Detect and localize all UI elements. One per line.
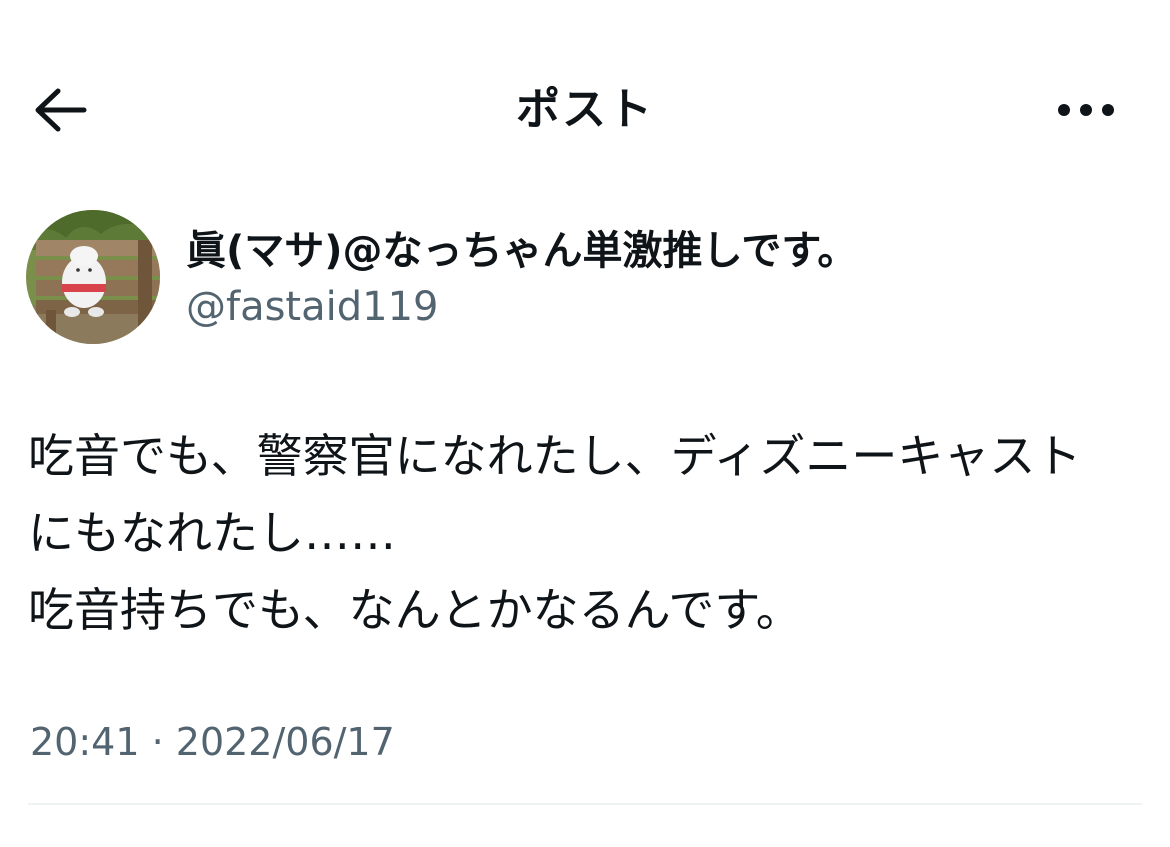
post-date[interactable]: 2022/06/17 [176,720,395,764]
page-title: ポスト [516,84,654,135]
avatar-image [26,210,160,344]
post-time[interactable]: 20:41 [30,720,140,764]
post-text-line: にもなれたし…… [28,506,396,560]
post-text-line: 吃音持ちでも、なんとかなるんです。 [28,583,802,637]
back-button[interactable] [30,80,90,140]
post-timestamp: 20:41 · 2022/06/17 [30,716,395,768]
more-options-button[interactable] [1050,80,1122,140]
post-text-line: 吃音でも、警察官になれたし、ディズニーキャスト [28,429,1082,483]
top-bar: ポスト [0,60,1170,160]
author-handle[interactable]: @fastaid119 [186,280,438,334]
avatar[interactable] [26,210,160,344]
divider [28,803,1142,805]
more-horizontal-icon [1058,104,1114,116]
arrow-left-icon [35,88,87,132]
timestamp-separator: · [139,720,176,764]
post-text: 吃音でも、警察官になれたし、ディズニーキャスト にもなれたし…… 吃音持ちでも、… [28,418,1148,649]
author-display-name[interactable]: 眞(マサ)@なっちゃん単激推しです。 [186,224,857,278]
post-author: 眞(マサ)@なっちゃん単激推しです。 @fastaid119 [26,210,1146,350]
